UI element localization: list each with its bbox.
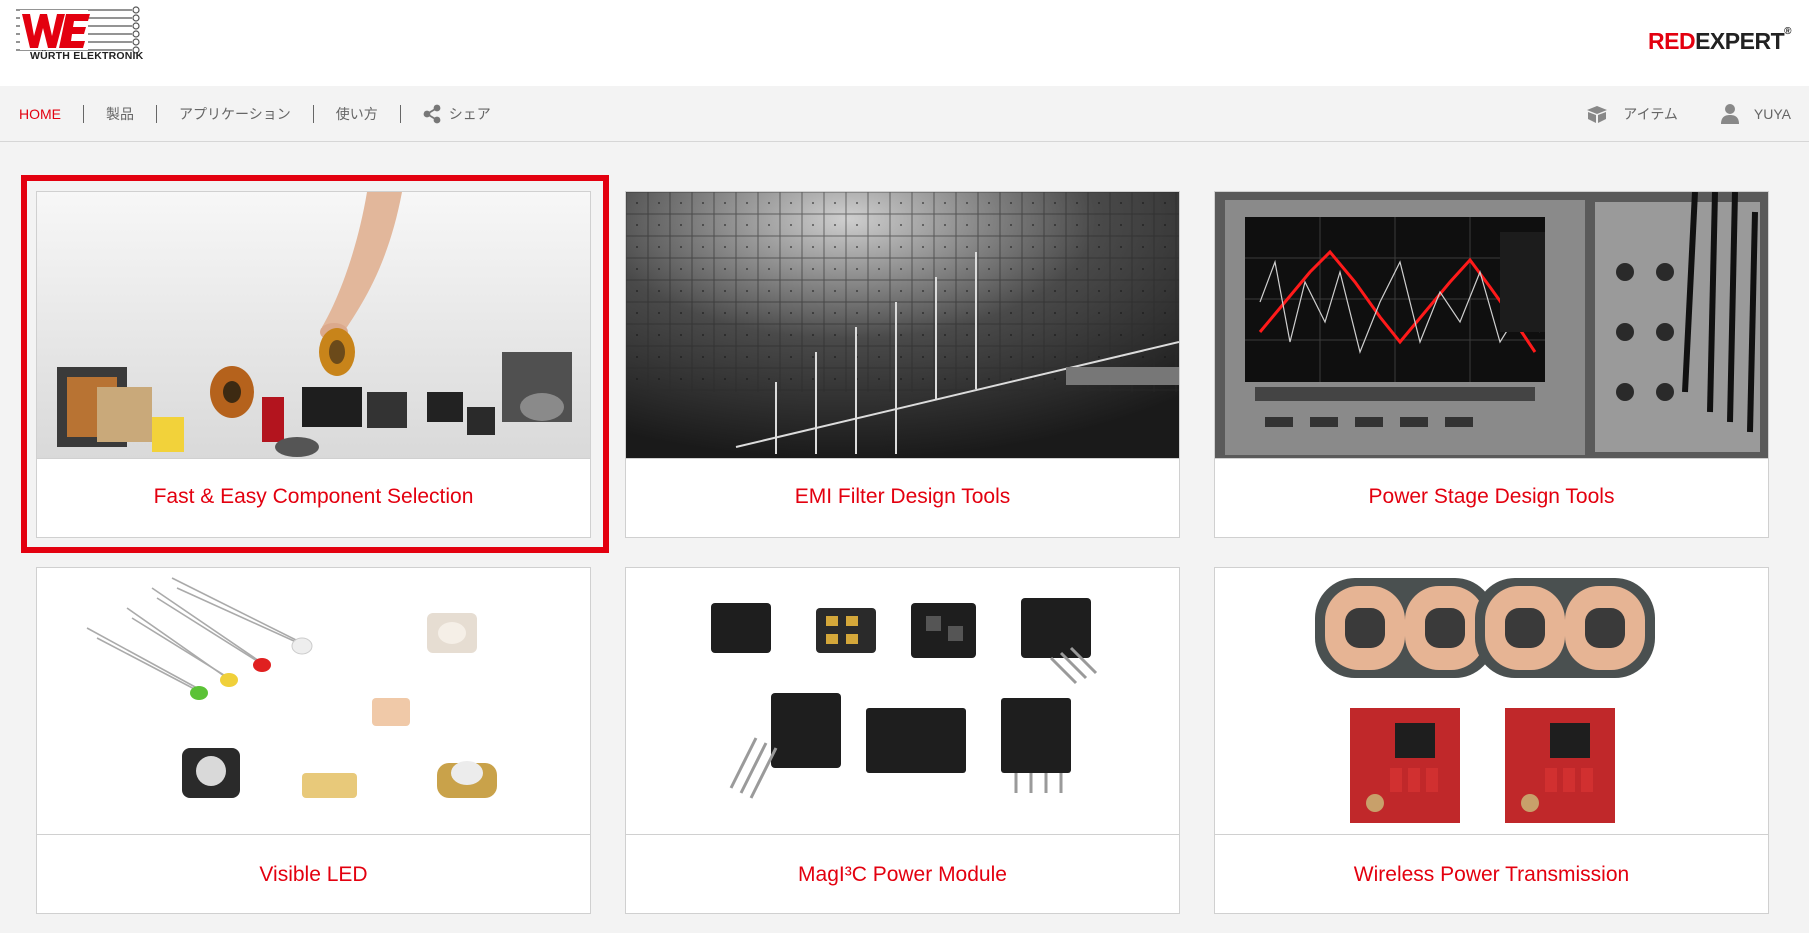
wireless-coil-image (1215, 568, 1768, 835)
main-nav: HOME 製品 アプリケーション 使い方 シェア アイテム YUYA (0, 86, 1809, 142)
nav-howto-label: 使い方 (335, 106, 378, 122)
nav-howto[interactable]: 使い方 (312, 105, 400, 123)
logo-text: WÜRTH ELEKTRONIK (30, 50, 144, 62)
nav-share-label: シェア (448, 106, 491, 122)
card-label: EMI Filter Design Tools (794, 485, 1011, 508)
components-hand-image (37, 192, 590, 459)
led-image (37, 568, 590, 835)
nav-applications[interactable]: アプリケーション (156, 105, 313, 123)
card-label: Fast & Easy Component Selection (153, 485, 474, 508)
items-label: アイテム (1623, 106, 1678, 122)
box-icon (1585, 104, 1609, 124)
card-label: Visible LED (259, 863, 368, 886)
nav-share[interactable]: シェア (399, 104, 513, 124)
redexpert-expert: EXPERT (1695, 28, 1785, 54)
wurth-logo[interactable]: WÜRTH ELEKTRONIK (14, 4, 146, 66)
nav-products-label: 製品 (106, 106, 134, 122)
share-icon (423, 104, 441, 124)
user-menu[interactable]: YUYA (1720, 103, 1791, 125)
registered-mark: ® (1784, 26, 1791, 37)
emi-antenna-image (626, 192, 1179, 459)
nav-home-label: HOME (19, 106, 61, 122)
items-button[interactable]: アイテム (1585, 104, 1678, 124)
card-visible-led[interactable]: Visible LED (36, 567, 591, 914)
card-power-stage[interactable]: Power Stage Design Tools (1214, 191, 1769, 538)
user-name: YUYA (1753, 106, 1791, 122)
redexpert-logo[interactable]: REDEXPERT® (1648, 26, 1791, 55)
card-label: Wireless Power Transmission (1353, 863, 1630, 886)
nav-products[interactable]: 製品 (83, 105, 156, 123)
header: WÜRTH ELEKTRONIK REDEXPERT® (0, 0, 1809, 86)
redexpert-red: RED (1648, 28, 1696, 54)
card-component-selection[interactable]: Fast & Easy Component Selection (36, 191, 591, 538)
power-module-image (626, 568, 1179, 835)
card-label: Power Stage Design Tools (1368, 485, 1615, 508)
card-power-module[interactable]: MagI³C Power Module (625, 567, 1180, 914)
card-emi-filter[interactable]: EMI Filter Design Tools (625, 191, 1180, 538)
card-wireless-power[interactable]: Wireless Power Transmission (1214, 567, 1769, 914)
user-icon (1720, 103, 1740, 125)
nav-applications-label: アプリケーション (179, 106, 291, 122)
card-label: MagI³C Power Module (798, 863, 1007, 886)
oscilloscope-image (1215, 192, 1768, 459)
nav-home[interactable]: HOME (19, 105, 83, 123)
